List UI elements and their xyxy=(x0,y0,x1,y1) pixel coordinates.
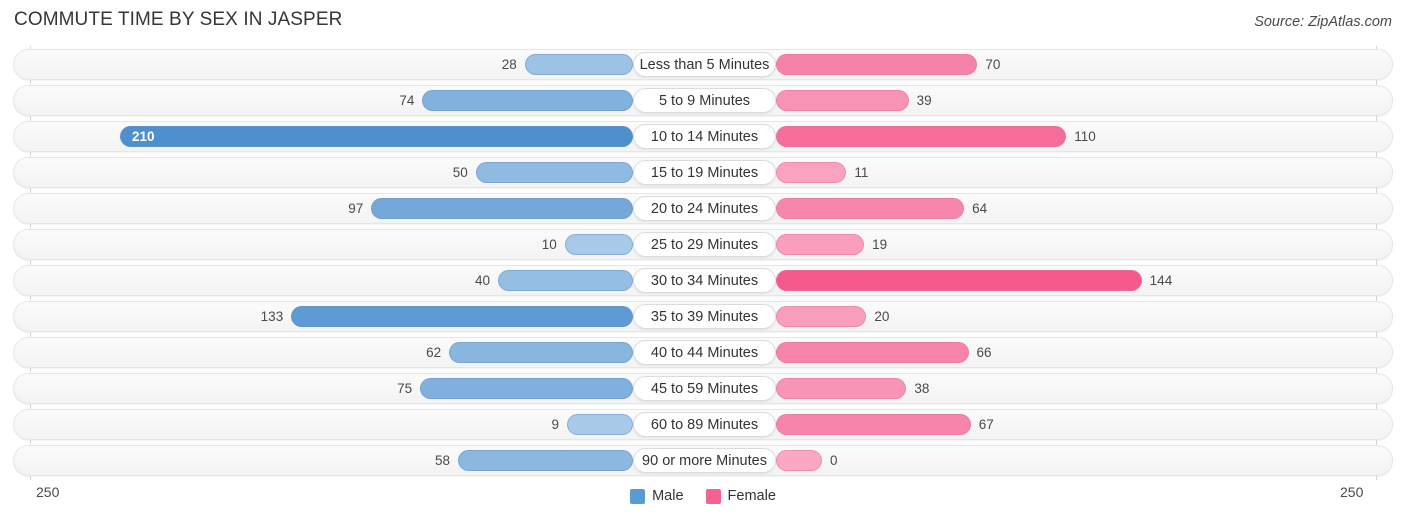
value-label-male: 58 xyxy=(434,453,450,468)
chart-header: COMMUTE TIME BY SEX IN JASPER Source: Zi… xyxy=(0,0,1406,44)
value-label-male: 75 xyxy=(397,381,413,396)
table-row[interactable]: 62 66 40 to 44 Minutes xyxy=(13,337,1393,368)
category-label: 45 to 59 Minutes xyxy=(633,376,776,401)
table-row[interactable]: 210 110 10 to 14 Minutes xyxy=(13,121,1393,152)
table-row[interactable]: 97 64 20 to 24 Minutes xyxy=(13,193,1393,224)
bar-female[interactable] xyxy=(776,378,907,399)
bar-male[interactable] xyxy=(458,450,633,471)
bar-female[interactable] xyxy=(776,234,865,255)
bar-female[interactable] xyxy=(776,90,909,111)
chart-plot-area: 28 70 Less than 5 Minutes 74 39 5 to 9 Minute… xyxy=(0,46,1406,480)
bar-male[interactable] xyxy=(449,342,633,363)
table-row[interactable]: 133 20 35 to 39 Minutes xyxy=(13,301,1393,332)
bar-male[interactable] xyxy=(420,378,633,399)
table-row[interactable]: 10 19 25 to 29 Minutes xyxy=(13,229,1393,260)
category-label: 30 to 34 Minutes xyxy=(633,268,776,293)
bar-female[interactable] xyxy=(776,270,1142,291)
category-label: 5 to 9 Minutes xyxy=(633,88,776,113)
category-label: 40 to 44 Minutes xyxy=(633,340,776,365)
bar-male[interactable] xyxy=(566,414,633,435)
value-label-male: 28 xyxy=(501,57,517,72)
category-label: 35 to 39 Minutes xyxy=(633,304,776,329)
bar-female[interactable] xyxy=(776,306,867,327)
value-label-male: 210 xyxy=(131,129,155,144)
bar-male[interactable] xyxy=(498,270,633,291)
category-label: 15 to 19 Minutes xyxy=(633,160,776,185)
commute-time-chart: COMMUTE TIME BY SEX IN JASPER Source: Zi… xyxy=(0,0,1406,522)
table-row[interactable]: 9 67 60 to 89 Minutes xyxy=(13,409,1393,440)
bar-female[interactable] xyxy=(776,54,978,75)
category-label: 20 to 24 Minutes xyxy=(633,196,776,221)
bar-female[interactable] xyxy=(776,450,822,471)
table-row[interactable]: 28 70 Less than 5 Minutes xyxy=(13,49,1393,80)
category-label: 90 or more Minutes xyxy=(633,448,776,473)
value-label-female: 144 xyxy=(1149,273,1173,288)
chart-footer: 250 250 Male Female xyxy=(0,482,1406,522)
legend-label: Male xyxy=(652,488,684,504)
value-label-male: 9 xyxy=(551,417,559,432)
legend-item-male[interactable]: Male xyxy=(630,488,684,504)
value-label-female: 64 xyxy=(972,201,988,216)
bar-female[interactable] xyxy=(776,198,965,219)
table-row[interactable]: 50 11 15 to 19 Minutes xyxy=(13,157,1393,188)
value-label-male: 74 xyxy=(399,93,415,108)
bar-male[interactable] xyxy=(291,306,633,327)
page-title: COMMUTE TIME BY SEX IN JASPER xyxy=(14,9,343,30)
bar-female[interactable] xyxy=(776,162,847,183)
category-label: 10 to 14 Minutes xyxy=(633,124,776,149)
value-label-female: 20 xyxy=(874,309,890,324)
value-label-male: 10 xyxy=(541,237,557,252)
bar-male[interactable] xyxy=(524,54,633,75)
value-label-female: 66 xyxy=(976,345,992,360)
value-label-female: 39 xyxy=(916,93,932,108)
table-row[interactable]: 40 144 30 to 34 Minutes xyxy=(13,265,1393,296)
value-label-male: 62 xyxy=(426,345,442,360)
value-label-female: 0 xyxy=(830,453,838,468)
value-label-male: 40 xyxy=(475,273,491,288)
bar-female[interactable] xyxy=(776,126,1067,147)
value-label-male: 50 xyxy=(452,165,468,180)
value-label-female: 19 xyxy=(872,237,888,252)
bar-female[interactable] xyxy=(776,342,969,363)
value-label-female: 11 xyxy=(854,165,869,180)
table-row[interactable]: 75 38 45 to 59 Minutes xyxy=(13,373,1393,404)
bar-male[interactable] xyxy=(371,198,633,219)
chart-legend: Male Female xyxy=(0,482,1406,510)
legend-label: Female xyxy=(727,488,776,504)
bar-male[interactable] xyxy=(564,234,633,255)
legend-swatch-icon xyxy=(630,488,646,504)
legend-swatch-icon xyxy=(705,488,721,504)
legend-item-female[interactable]: Female xyxy=(705,488,776,504)
value-label-male: 97 xyxy=(348,201,364,216)
bar-male[interactable] xyxy=(475,162,633,183)
value-label-female: 70 xyxy=(985,57,1001,72)
table-row[interactable]: 58 0 90 or more Minutes xyxy=(13,445,1393,476)
value-label-female: 38 xyxy=(914,381,930,396)
category-label: 25 to 29 Minutes xyxy=(633,232,776,257)
bar-female[interactable] xyxy=(776,414,971,435)
category-label: 60 to 89 Minutes xyxy=(633,412,776,437)
source-attribution: Source: ZipAtlas.com xyxy=(1254,14,1392,30)
bar-male[interactable] xyxy=(119,126,633,147)
value-label-female: 110 xyxy=(1074,129,1096,144)
category-label: Less than 5 Minutes xyxy=(633,52,776,77)
bar-male[interactable] xyxy=(422,90,633,111)
value-label-female: 67 xyxy=(978,417,994,432)
table-row[interactable]: 74 39 5 to 9 Minutes xyxy=(13,85,1393,116)
value-label-male: 133 xyxy=(260,309,284,324)
